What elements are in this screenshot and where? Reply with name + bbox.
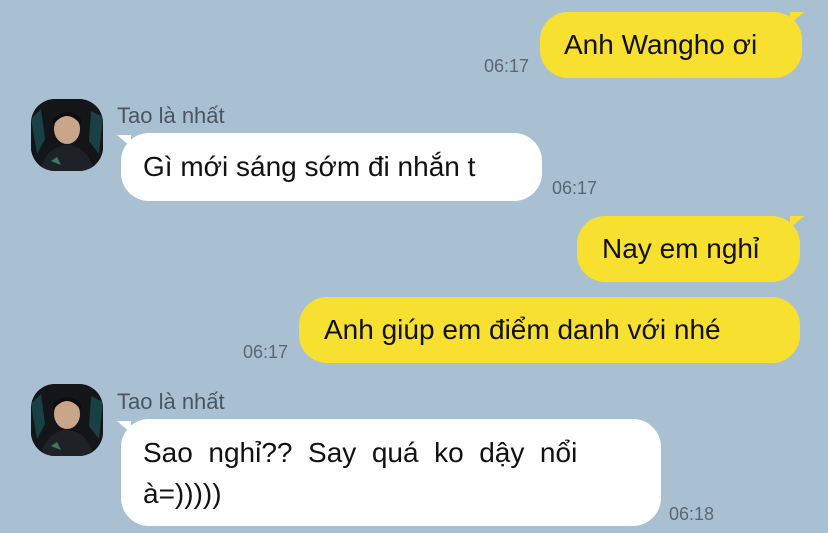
- message-text: Anh giúp em điểm danh với nhé: [324, 314, 721, 345]
- sender-name: Tao là nhất: [117, 103, 225, 128]
- message-text-line: à=))))): [143, 478, 222, 509]
- message-text: Gì mới sáng sớm đi nhắn t: [143, 151, 476, 182]
- message-time: 06:17: [552, 178, 598, 198]
- avatar-image: [31, 384, 103, 456]
- message-time: 06:17: [243, 342, 289, 362]
- message-bubble-outgoing[interactable]: Anh giúp em điểm danh với nhé: [299, 297, 800, 363]
- message-text: Anh Wangho ơi: [564, 29, 758, 60]
- message-time: 06:18: [669, 504, 715, 524]
- message-text: Nay em nghỉ: [602, 233, 760, 264]
- message-text-line: Sao nghỉ?? Say quá ko dậy nổi: [143, 437, 578, 468]
- message-bubble-incoming[interactable]: Gì mới sáng sớm đi nhắn t: [121, 133, 542, 201]
- sender-name: Tao là nhất: [117, 389, 225, 414]
- message-bubble-outgoing[interactable]: Anh Wangho ơi: [540, 12, 802, 78]
- message-bubble-incoming[interactable]: Sao nghỉ?? Say quá ko dậy nổi à=))))): [121, 419, 661, 526]
- avatar[interactable]: [31, 384, 103, 456]
- avatar-image: [31, 99, 103, 171]
- avatar[interactable]: [31, 99, 103, 171]
- message-time: 06:17: [484, 56, 530, 76]
- message-bubble-outgoing[interactable]: Nay em nghỉ: [577, 216, 800, 282]
